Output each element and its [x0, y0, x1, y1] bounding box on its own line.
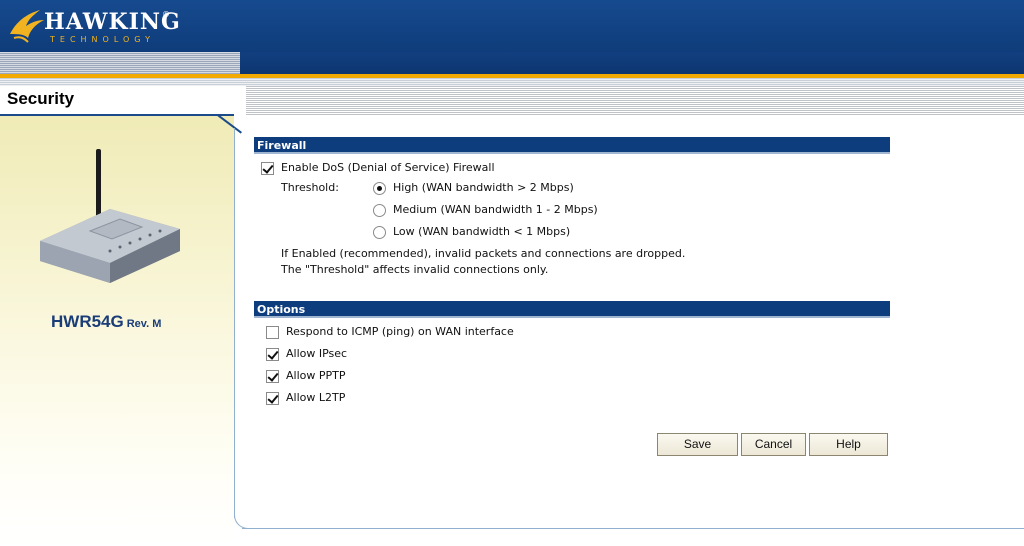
threshold-low-label: Low (WAN bandwidth < 1 Mbps) — [393, 225, 571, 238]
firewall-note-line1: If Enabled (recommended), invalid packet… — [281, 247, 686, 260]
l2tp-checkbox[interactable] — [266, 392, 279, 405]
help-button[interactable]: Help — [809, 433, 888, 456]
threshold-medium-label: Medium (WAN bandwidth 1 - 2 Mbps) — [393, 203, 598, 216]
model-revision: Rev. M — [126, 318, 162, 330]
icmp-checkbox[interactable] — [266, 326, 279, 339]
threshold-high-label: High (WAN bandwidth > 2 Mbps) — [393, 181, 574, 194]
pptp-checkbox[interactable] — [266, 370, 279, 383]
threshold-label: Threshold: — [281, 181, 339, 194]
hawk-icon — [10, 10, 44, 43]
registered-mark: ® — [162, 10, 170, 19]
threshold-low-radio[interactable] — [373, 226, 386, 239]
content-border-corner — [234, 510, 254, 529]
firewall-note-line2: The "Threshold" affects invalid connecti… — [281, 263, 549, 276]
router-image — [30, 145, 190, 295]
threshold-high-radio[interactable] — [373, 182, 386, 195]
firewall-section-header: Firewall — [254, 137, 890, 154]
content-border-bottom — [242, 528, 1024, 529]
page-title: Security — [7, 89, 75, 108]
icmp-label: Respond to ICMP (ping) on WAN interface — [286, 325, 514, 338]
header-band — [240, 52, 1024, 74]
save-button[interactable]: Save — [657, 433, 738, 456]
enable-dos-label: Enable DoS (Denial of Service) Firewall — [281, 161, 495, 174]
model-name: HWR54G Rev. M — [51, 312, 161, 332]
hawking-logo: HAWKING ® TECHNOLOGY — [6, 4, 180, 48]
cancel-button[interactable]: Cancel — [741, 433, 806, 456]
options-section-header: Options — [254, 301, 890, 318]
ipsec-label: Allow IPsec — [286, 347, 348, 360]
title-bar: Security — [0, 86, 246, 114]
title-stripes — [246, 86, 1024, 116]
l2tp-label: Allow L2TP — [286, 391, 346, 404]
brand-tagline: TECHNOLOGY — [50, 35, 155, 44]
enable-dos-checkbox[interactable] — [261, 162, 274, 175]
header-gray-band — [0, 78, 1024, 86]
top-header: HAWKING ® TECHNOLOGY — [0, 0, 1024, 52]
content-border-left — [234, 128, 235, 518]
threshold-medium-radio[interactable] — [373, 204, 386, 217]
brand-name: HAWKING — [44, 9, 181, 35]
ipsec-checkbox[interactable] — [266, 348, 279, 361]
model-number: HWR54G — [51, 312, 124, 331]
pptp-label: Allow PPTP — [286, 369, 346, 382]
